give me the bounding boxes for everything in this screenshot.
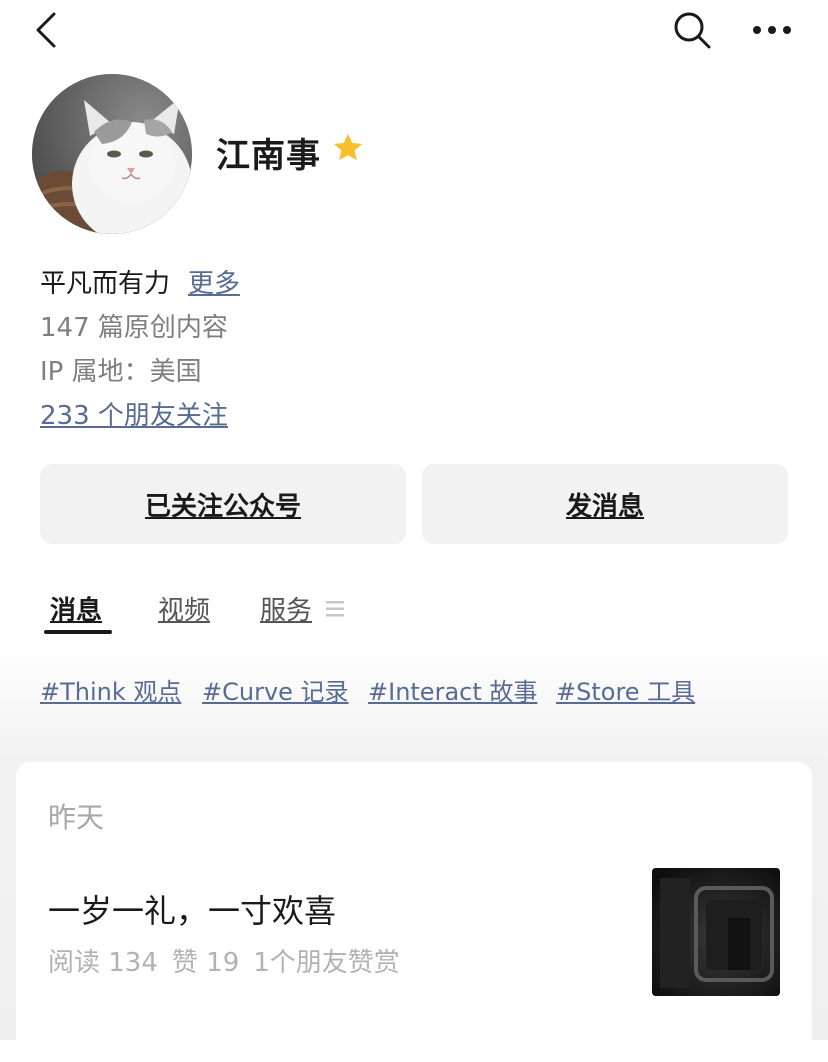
friends-following-link[interactable]: 233 个朋友关注 [40, 398, 228, 434]
tag-think[interactable]: #Think 观点 [40, 672, 181, 707]
active-tab-indicator [44, 630, 112, 634]
tab-messages[interactable]: 消息 [50, 590, 102, 627]
avatar[interactable] [32, 74, 192, 234]
cat-avatar-image [32, 74, 192, 234]
tag-interact[interactable]: #Interact 故事 [368, 672, 537, 707]
tab-services[interactable]: 服务 [260, 590, 312, 627]
menu-lines-icon[interactable] [326, 600, 344, 622]
article-stats: 阅读 134 赞 19 1个朋友赞赏 [48, 942, 414, 979]
tab-videos[interactable]: 视频 [158, 590, 210, 627]
send-message-button[interactable]: 发消息 [422, 464, 788, 544]
more-dots-icon [753, 26, 791, 34]
bio-text: 平凡而有力 [40, 269, 171, 299]
search-button[interactable] [670, 8, 714, 52]
bio-line: 平凡而有力 更多 [40, 266, 240, 302]
tag-store[interactable]: #Store 工具 [556, 672, 695, 707]
feed-date: 昨天 [48, 801, 105, 834]
tag-curve[interactable]: #Curve 记录 [202, 672, 349, 707]
like-count: 赞 19 [171, 948, 240, 978]
thumbnail-image [652, 868, 780, 996]
ip-location: IP 属地：美国 [40, 357, 202, 387]
back-button[interactable] [26, 10, 66, 50]
followed-button[interactable]: 已关注公众号 [40, 464, 406, 544]
read-count: 阅读 134 [48, 948, 158, 978]
article-count: 147 篇原创内容 [40, 313, 228, 343]
article-title[interactable]: 一岁一礼，一寸欢喜 [48, 886, 336, 932]
article-thumbnail[interactable] [652, 868, 780, 996]
more-link[interactable]: 更多 [188, 269, 240, 299]
more-button[interactable] [748, 10, 796, 50]
star-icon[interactable] [330, 130, 366, 170]
reward-count: 1个朋友赞赏 [253, 948, 400, 978]
account-name: 江南事 [216, 136, 321, 176]
search-icon [674, 12, 711, 49]
back-arrow-icon [36, 12, 56, 48]
